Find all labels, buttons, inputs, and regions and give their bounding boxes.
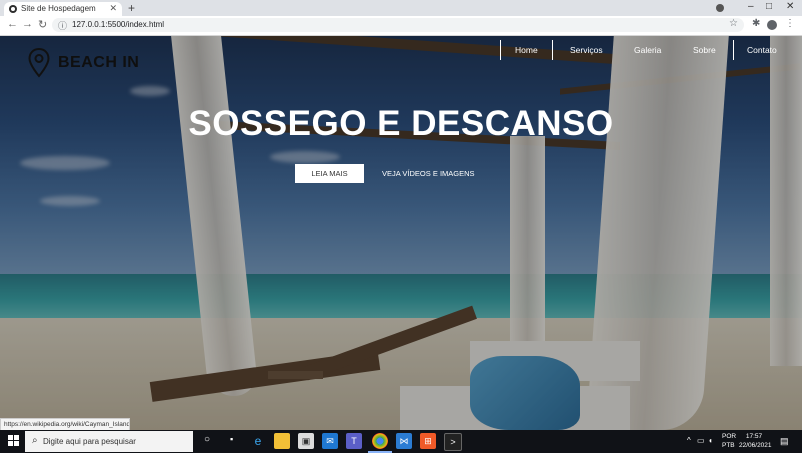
logo-text[interactable]: BEACH IN	[58, 54, 139, 72]
nav-sobre[interactable]: Sobre	[693, 40, 716, 60]
tab-search-icon[interactable]	[716, 4, 724, 12]
clock-time: 17:57	[745, 433, 763, 440]
mail-icon[interactable]: ✉	[322, 433, 338, 449]
info-icon[interactable]: ⓘ	[58, 19, 67, 32]
lang-code: POR	[722, 433, 737, 440]
clock-date: 22/06/2021	[739, 442, 772, 449]
nav-divider	[733, 40, 734, 60]
bookmark-star-icon[interactable]: ☆	[729, 18, 738, 29]
address-url[interactable]: 127.0.0.1:5500/index.html	[72, 20, 164, 29]
forward-icon[interactable]: →	[22, 18, 33, 30]
back-icon[interactable]: ←	[7, 18, 18, 30]
terminal-icon[interactable]: >	[444, 433, 462, 451]
menu-icon[interactable]: ⋮	[785, 18, 795, 29]
profile-icon[interactable]	[767, 20, 777, 30]
nav-divider	[500, 40, 501, 60]
read-more-button[interactable]: LEIA MAIS	[295, 164, 364, 183]
cortana-icon[interactable]: ○	[204, 434, 210, 445]
file-explorer-icon[interactable]	[274, 433, 290, 449]
videos-images-link[interactable]: VEJA VÍDEOS E IMAGENS	[382, 164, 475, 183]
windows-taskbar: ⌕ Digite aqui para pesquisar ○ ▪ e ▣ ✉ T…	[0, 430, 802, 453]
hero-section: BEACH IN Home Serviços Galeria Sobre Con…	[0, 36, 802, 430]
teams-icon[interactable]: T	[346, 433, 362, 449]
hero-title: SOSSEGO E DESCANSO	[188, 104, 614, 143]
search-icon: ⌕	[32, 435, 38, 446]
search-placeholder: Digite aqui para pesquisar	[43, 437, 136, 446]
map-pin-icon	[28, 48, 50, 78]
address-bar[interactable]: ⓘ 127.0.0.1:5500/index.html ☆	[52, 18, 744, 32]
volume-icon[interactable]: ◖	[708, 436, 713, 445]
nav-servicos[interactable]: Serviços	[570, 40, 603, 60]
browser-tab[interactable]: Site de Hospedagem ✕	[4, 2, 122, 16]
tab-title: Site de Hospedagem	[21, 4, 96, 13]
hero-overlay	[0, 36, 802, 430]
extensions-icon[interactable]: ✱	[752, 18, 760, 29]
browser-toolbar: ← → ↻ ⓘ 127.0.0.1:5500/index.html ☆ ✱ ⋮	[0, 16, 802, 36]
new-tab-icon[interactable]: +	[128, 1, 135, 15]
chrome-icon[interactable]	[372, 433, 388, 449]
system-clock[interactable]: 17:57 22/06/2021	[739, 432, 772, 450]
site-favicon-icon	[9, 5, 17, 13]
store-icon[interactable]: ▣	[298, 433, 314, 449]
window-close-icon[interactable]: ✕	[786, 1, 794, 12]
xampp-icon[interactable]: ⊞	[420, 433, 436, 449]
maximize-icon[interactable]: □	[766, 1, 772, 12]
keyboard-layout: PTB	[722, 442, 735, 449]
minimize-icon[interactable]: –	[748, 1, 754, 12]
nav-contato[interactable]: Contato	[747, 40, 777, 60]
edge-icon[interactable]: e	[250, 433, 266, 449]
task-view-icon[interactable]: ▪	[230, 434, 233, 444]
nav-galeria[interactable]: Galeria	[634, 40, 661, 60]
taskbar-search-input[interactable]: ⌕ Digite aqui para pesquisar	[25, 431, 193, 452]
windows-start-icon[interactable]	[8, 435, 20, 447]
close-tab-icon[interactable]: ✕	[109, 3, 117, 14]
reload-icon[interactable]: ↻	[38, 18, 47, 31]
network-icon[interactable]: ▭	[697, 436, 705, 445]
tray-chevron-icon[interactable]: ^	[687, 436, 691, 445]
browser-tabstrip: Site de Hospedagem ✕ + – □ ✕	[0, 0, 802, 16]
nav-divider	[552, 40, 553, 60]
vscode-icon[interactable]: ⋈	[396, 433, 412, 449]
notifications-icon[interactable]: ▤	[780, 436, 789, 447]
nav-home[interactable]: Home	[515, 40, 538, 60]
language-indicator[interactable]: POR PTB	[722, 432, 736, 450]
logo[interactable]	[28, 48, 50, 78]
